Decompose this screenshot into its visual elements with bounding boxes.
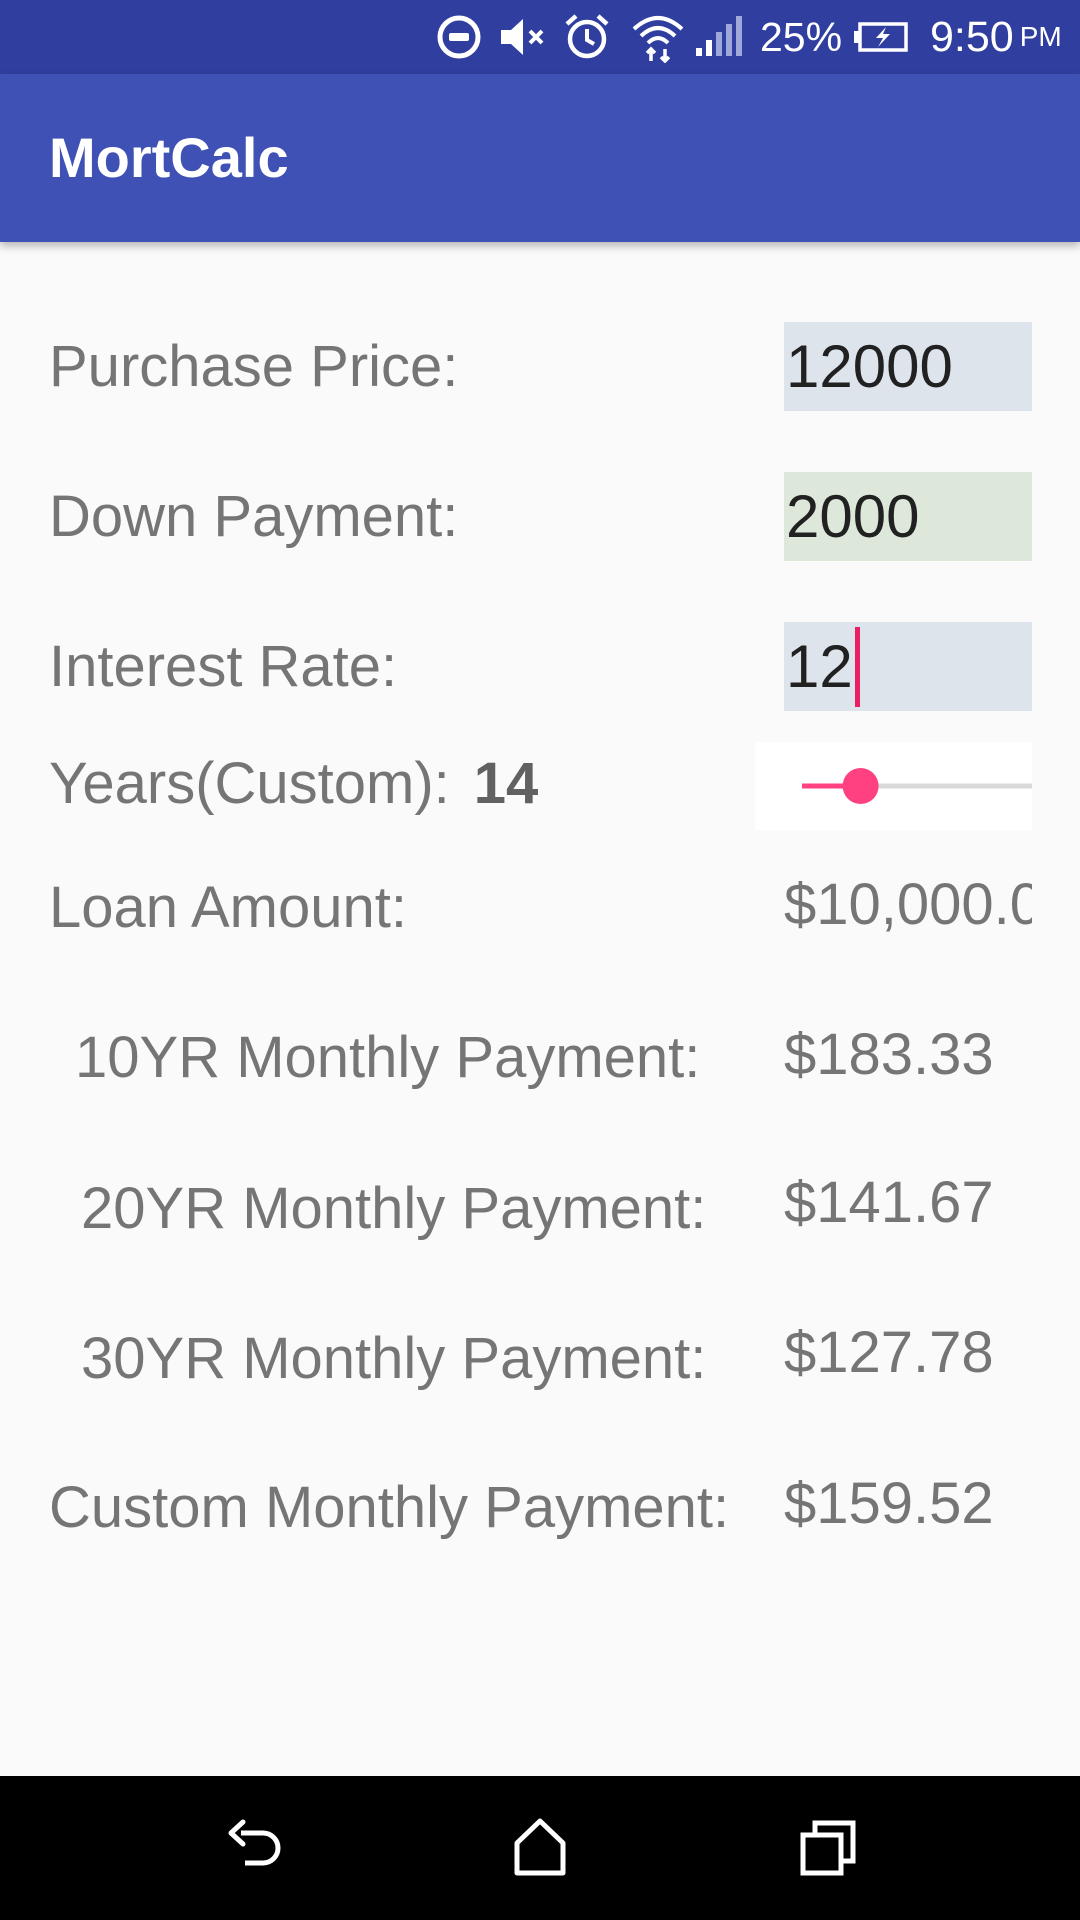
interest-rate-value: 12: [786, 633, 853, 700]
purchase-price-label: Purchase Price:: [49, 334, 459, 399]
home-icon[interactable]: [505, 1813, 575, 1883]
purchase-price-input[interactable]: 12000: [784, 322, 1032, 411]
battery-percent: 25%: [760, 13, 843, 60]
payment-30yr-label: 30YR Monthly Payment:: [81, 1326, 707, 1391]
down-payment-label: Down Payment:: [49, 484, 459, 549]
clock: 9:50 PM: [930, 0, 1062, 74]
loan-amount-value: $10,000.00: [784, 872, 1032, 937]
years-slider[interactable]: [755, 742, 1032, 830]
purchase-price-value: 12000: [786, 333, 953, 400]
payment-30yr-value: $127.78: [784, 1320, 994, 1385]
recents-icon[interactable]: [793, 1813, 863, 1883]
clock-time: 9:50: [930, 12, 1014, 61]
years-custom-value: 14: [473, 751, 539, 816]
text-cursor: [854, 626, 860, 707]
do-not-disturb-icon: [436, 0, 482, 74]
signal-icon: [694, 0, 744, 74]
back-icon[interactable]: [217, 1813, 287, 1883]
down-payment-input[interactable]: 2000: [784, 472, 1032, 561]
years-slider-graphic[interactable]: [755, 742, 1032, 830]
slider-thumb[interactable]: [842, 768, 879, 804]
clock-ampm: PM: [1019, 21, 1062, 52]
app-bar: MortCalc: [0, 74, 1080, 242]
payment-20yr-value: $141.67: [784, 1170, 994, 1235]
battery-charging-icon: [852, 0, 910, 74]
custom-payment-value: $159.52: [784, 1471, 994, 1536]
alarm-icon: [563, 0, 611, 74]
navigation-bar: [0, 1776, 1080, 1920]
years-custom-label-text: Years(Custom):: [49, 751, 450, 816]
payment-10yr-label: 10YR Monthly Payment:: [75, 1025, 701, 1090]
volume-muted-icon: [497, 0, 549, 74]
payment-10yr-value: $183.33: [784, 1022, 994, 1087]
interest-rate-input[interactable]: 12: [784, 622, 1032, 711]
interest-rate-label: Interest Rate:: [49, 634, 398, 699]
loan-amount-label: Loan Amount:: [49, 875, 407, 940]
app-title: MortCalc: [49, 126, 289, 189]
wifi-icon: [630, 0, 686, 74]
payment-20yr-label: 20YR Monthly Payment:: [81, 1176, 707, 1241]
status-bar: 25% 9:50 PM: [0, 0, 1080, 74]
years-custom-label: Years(Custom): 14: [49, 749, 538, 819]
down-payment-value: 2000: [786, 483, 920, 550]
custom-payment-label: Custom Monthly Payment:: [49, 1475, 730, 1540]
